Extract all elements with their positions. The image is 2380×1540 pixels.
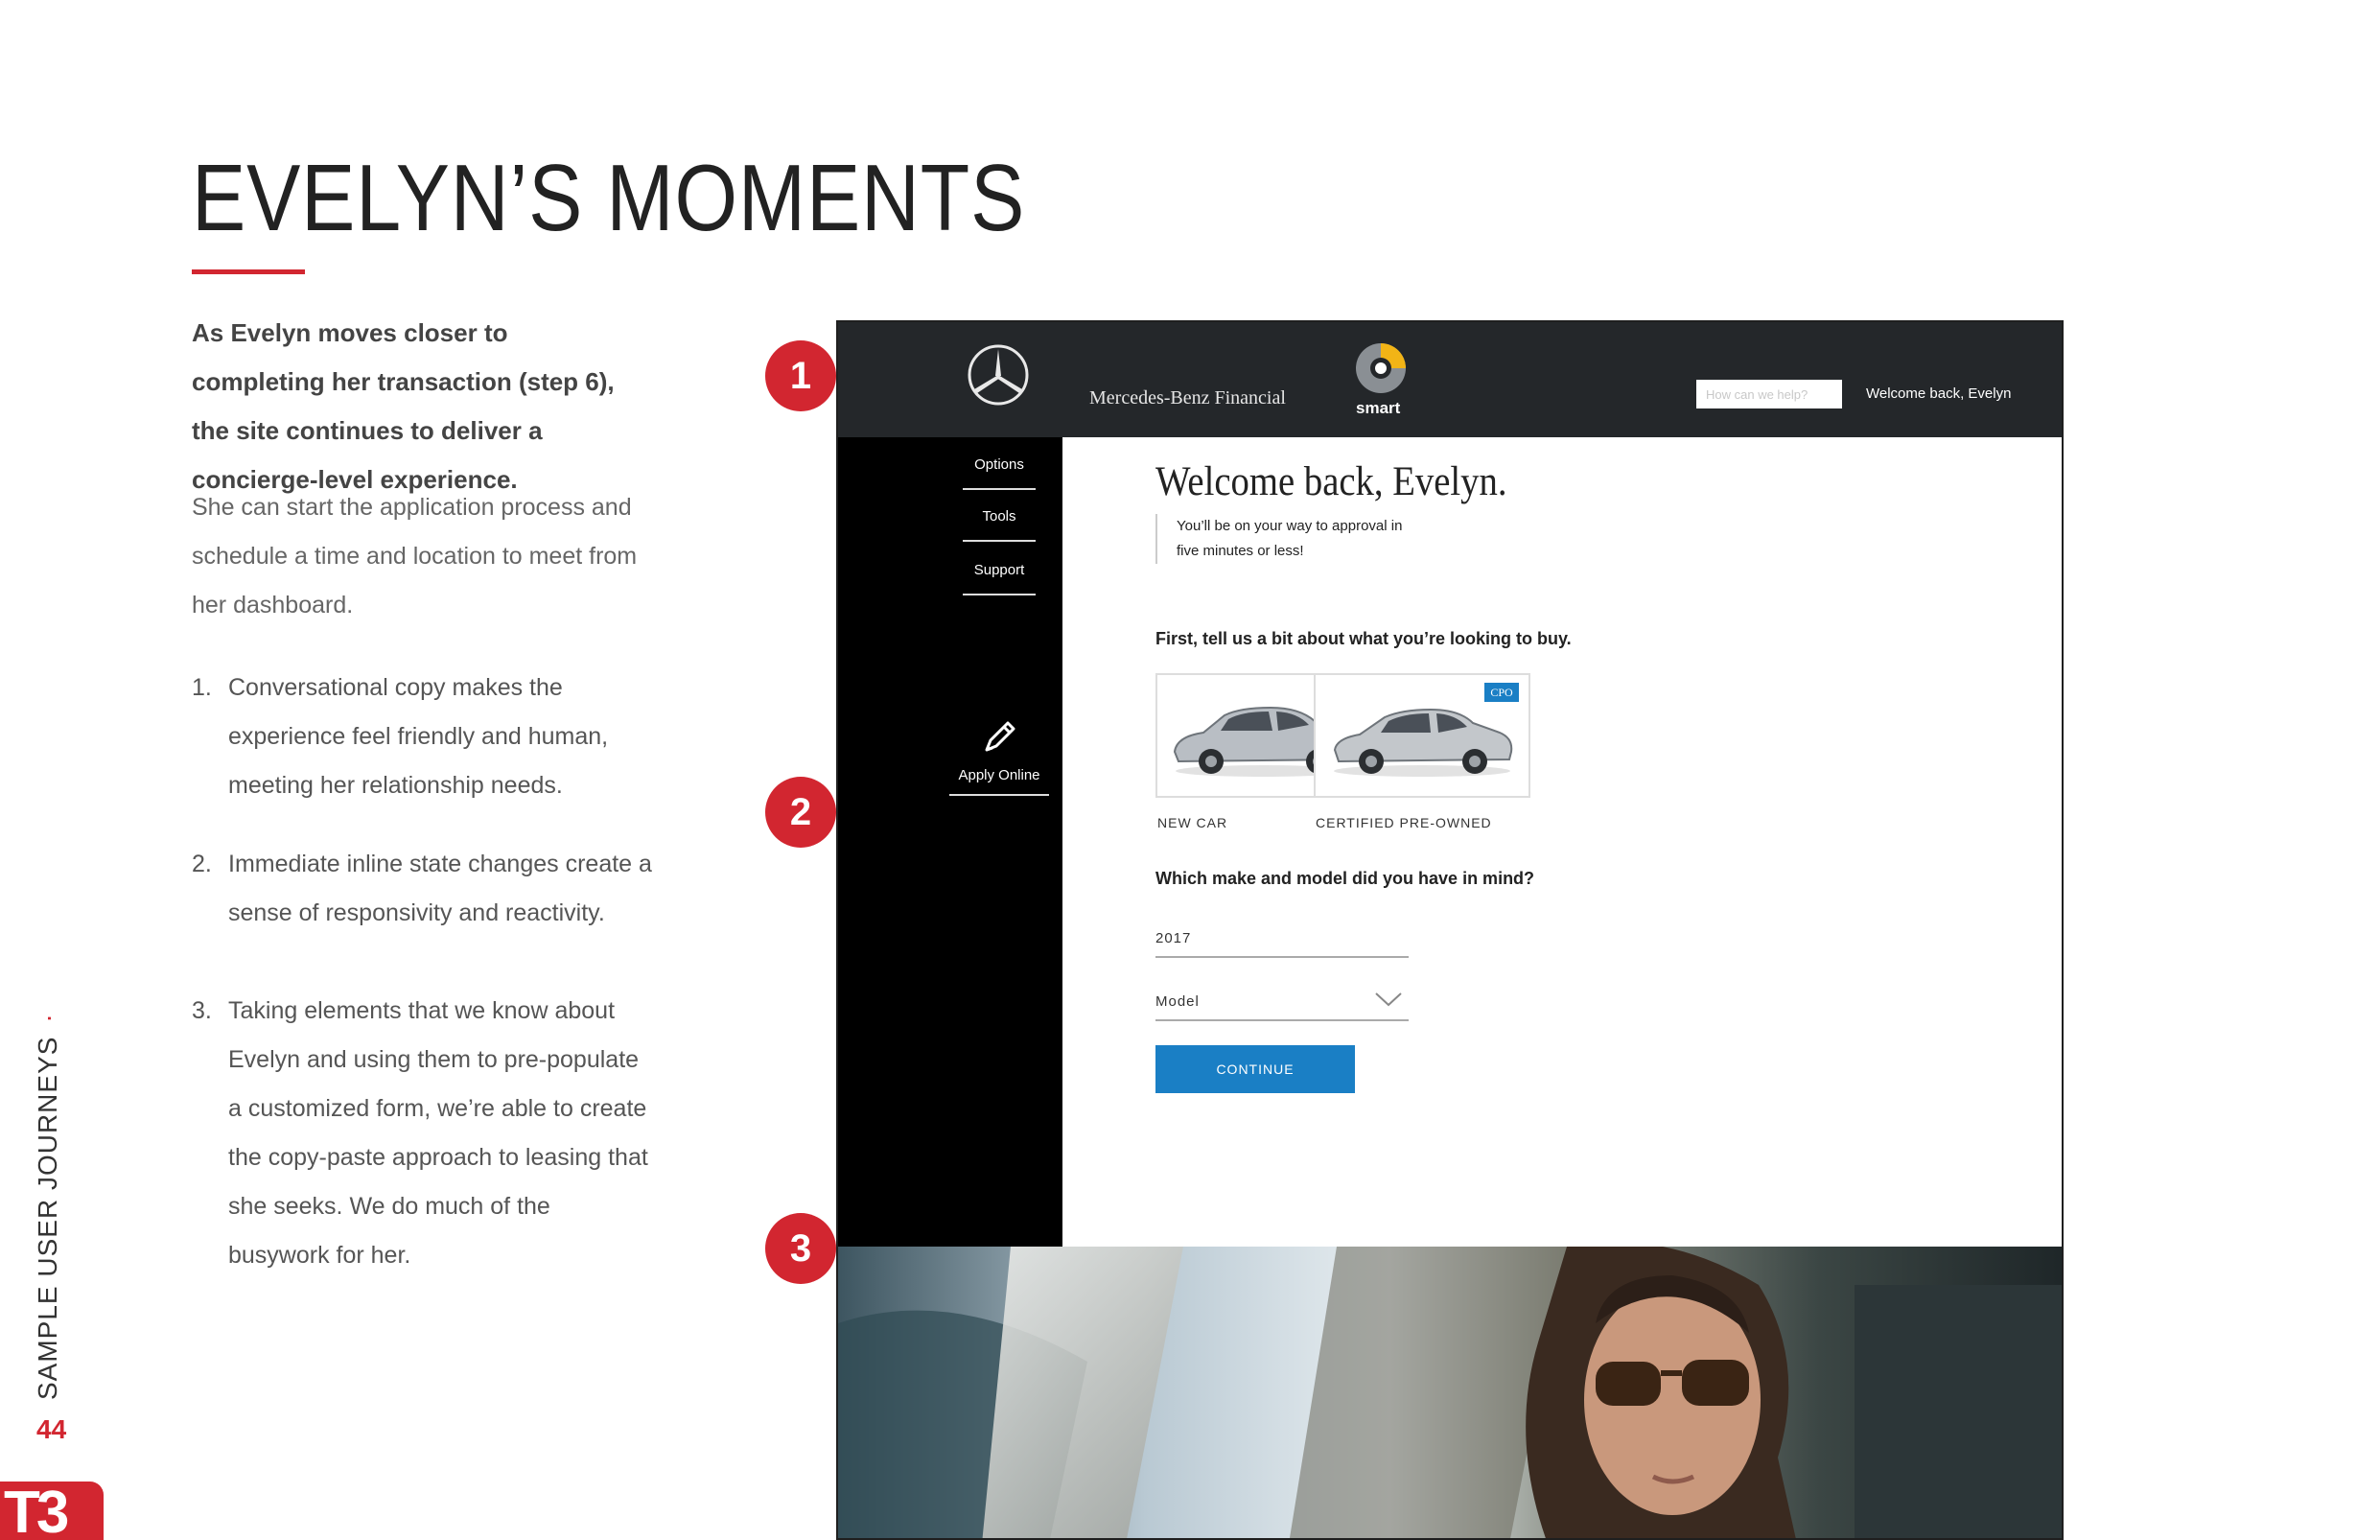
sedan-image bbox=[1333, 708, 1513, 777]
title-underline bbox=[192, 269, 305, 274]
chevron-down-icon bbox=[1375, 992, 1402, 1007]
cpo-badge: CPO bbox=[1484, 683, 1519, 702]
apply-online-label: Apply Online bbox=[958, 767, 1040, 783]
welcome-user-link[interactable]: Welcome back, Evelyn bbox=[1866, 385, 2011, 402]
page-number: 44 bbox=[36, 1414, 67, 1444]
mercedes-star-icon[interactable] bbox=[967, 343, 1030, 407]
main-content: Welcome back, Evelyn. You’ll be on your … bbox=[1062, 437, 2062, 1248]
sidebar-item-tools[interactable]: Tools bbox=[963, 508, 1036, 542]
list-item: 1. Conversational copy makes the experie… bbox=[192, 664, 652, 810]
lead-paragraph: As Evelyn moves closer to completing her… bbox=[192, 318, 615, 494]
question-make-model: Which make and model did you have in min… bbox=[1155, 869, 1535, 888]
year-field[interactable]: 2017 bbox=[1155, 930, 1409, 958]
callout-3: 3 bbox=[765, 1213, 836, 1284]
brand-name[interactable]: Mercedes-Benz Financial bbox=[1089, 387, 1286, 409]
page-title: EVELYN’S MOMENTS bbox=[192, 145, 1026, 250]
list-text: Immediate inline state changes create a … bbox=[228, 851, 652, 926]
new-car-label: NEW CAR bbox=[1157, 815, 1228, 830]
sidebar-item-support[interactable]: Support bbox=[963, 562, 1036, 595]
list-text: Taking elements that we know about Evely… bbox=[228, 997, 648, 1269]
side-label-text: SAMPLE USER JOURNEYS bbox=[33, 1036, 62, 1400]
apply-online-button[interactable]: Apply Online bbox=[949, 715, 1049, 796]
welcome-subline: You’ll be on your way to approval in fiv… bbox=[1155, 514, 1405, 564]
t3-logo: T3 bbox=[0, 1482, 104, 1540]
search-input[interactable] bbox=[1696, 380, 1842, 408]
question-purchase-type: First, tell us a bit about what you’re l… bbox=[1155, 629, 1572, 648]
model-select[interactable]: Model bbox=[1155, 992, 1409, 1021]
model-select-value: Model bbox=[1155, 993, 1200, 1010]
list-item: 2. Immediate inline state changes create… bbox=[192, 840, 652, 938]
sidebar-nav: Options Tools Support Apply Online bbox=[838, 437, 1062, 1262]
site-header: Mercedes-Benz Financial smart Welcome ba… bbox=[838, 322, 2062, 437]
cpo-label: CERTIFIED PRE-OWNED bbox=[1316, 815, 1492, 830]
callout-2: 2 bbox=[765, 777, 836, 848]
pencil-icon bbox=[985, 721, 1015, 752]
certified-pre-owned-option[interactable]: CPO bbox=[1314, 673, 1530, 798]
list-text: Conversational copy makes the experience… bbox=[228, 674, 609, 799]
smart-logo-icon[interactable] bbox=[1354, 341, 1408, 395]
list-number: 2. bbox=[192, 851, 212, 877]
website-mockup: Mercedes-Benz Financial smart Welcome ba… bbox=[836, 320, 2064, 1540]
smart-wordmark: smart bbox=[1356, 399, 1401, 417]
list-number: 1. bbox=[192, 674, 212, 701]
list-item: 3. Taking elements that we know about Ev… bbox=[192, 987, 652, 1280]
body-paragraph: She can start the application process an… bbox=[192, 494, 638, 618]
section-side-label: SAMPLE USER JOURNEYS · bbox=[33, 1013, 63, 1400]
woman-in-car-photo bbox=[838, 1247, 2062, 1538]
lifestyle-photo bbox=[838, 1247, 2062, 1538]
continue-button[interactable]: CONTINUE bbox=[1155, 1045, 1355, 1093]
sidebar-item-options[interactable]: Options bbox=[963, 456, 1036, 490]
welcome-heading: Welcome back, Evelyn. bbox=[1155, 459, 1507, 504]
side-label-dot: · bbox=[33, 1013, 62, 1023]
list-number: 3. bbox=[192, 997, 212, 1024]
callout-1: 1 bbox=[765, 340, 836, 411]
